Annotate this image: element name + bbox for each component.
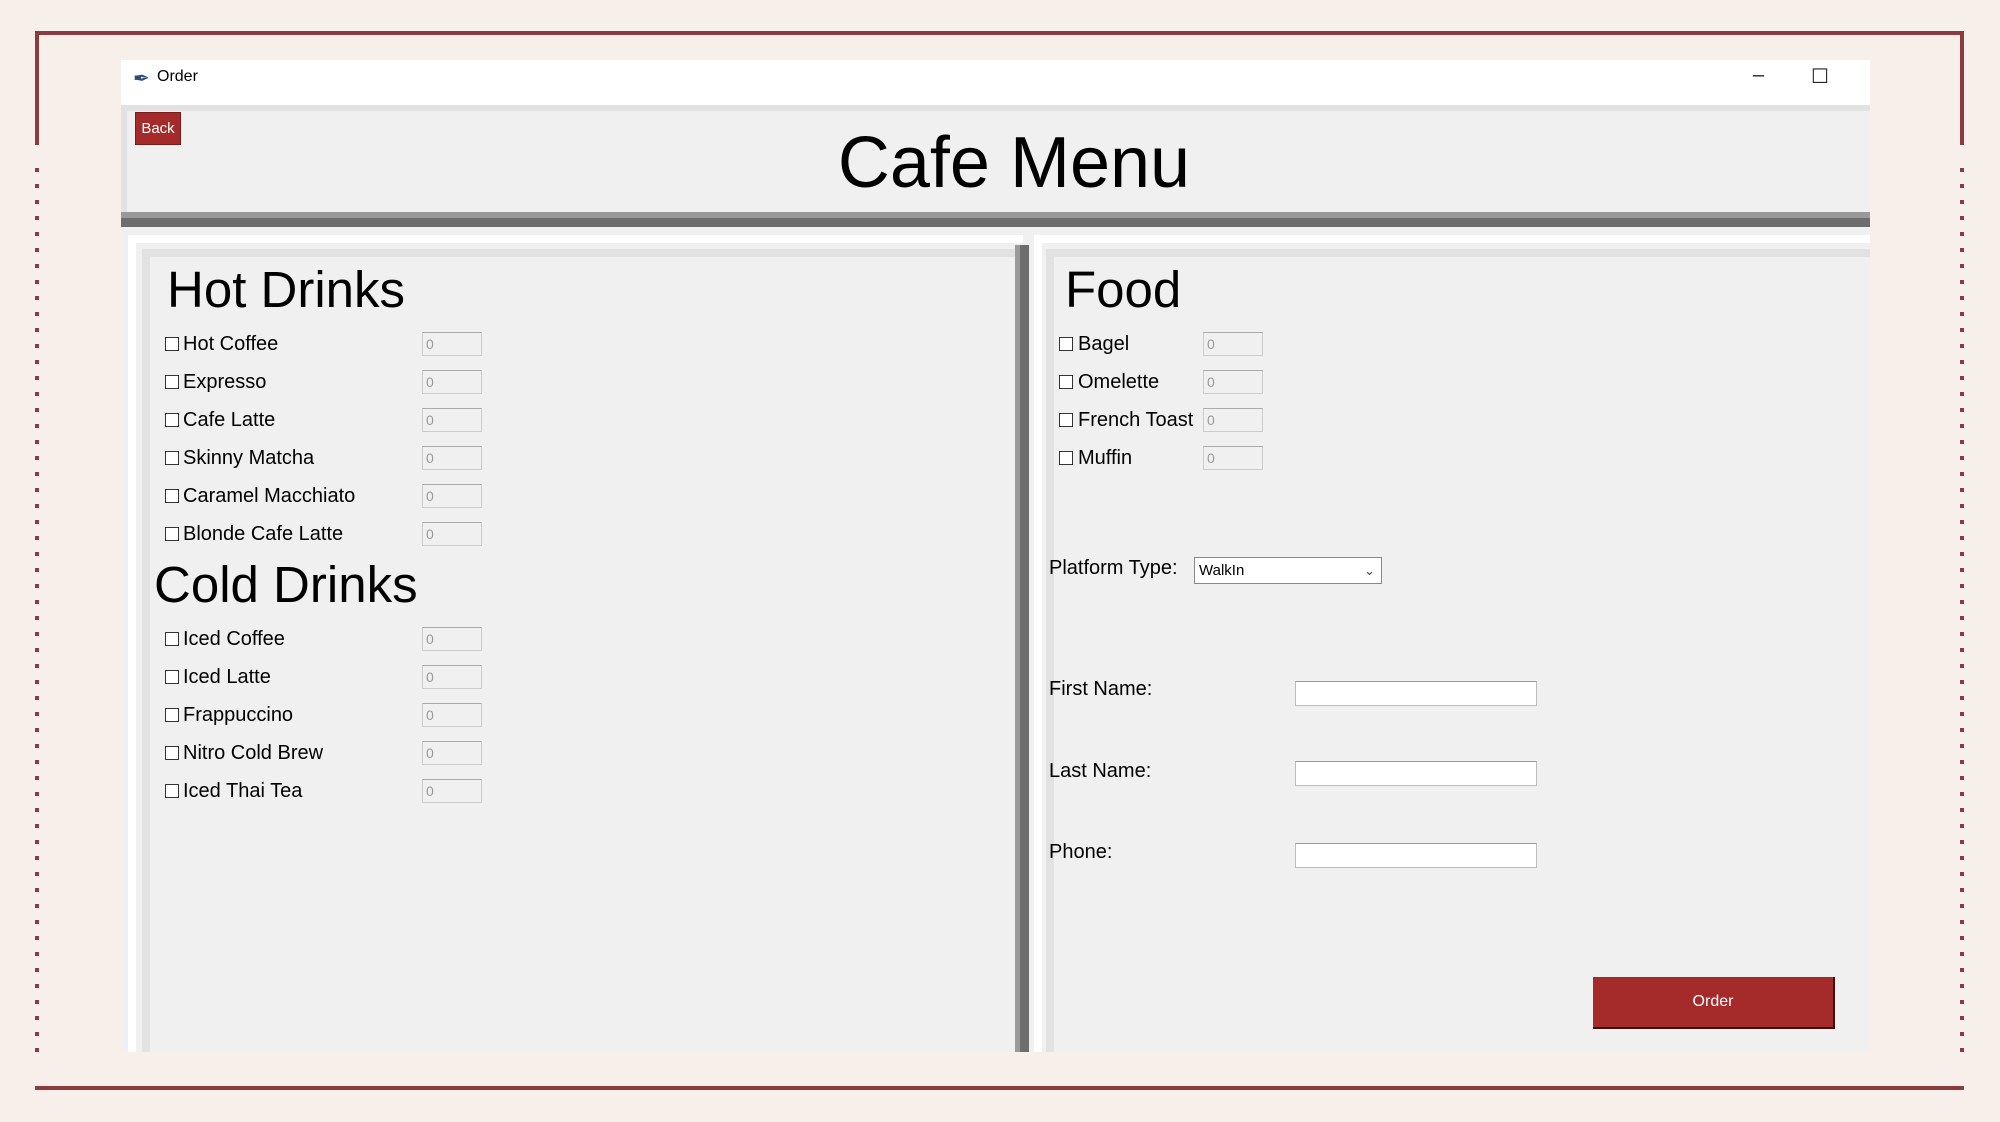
item-label: Expresso [183, 371, 267, 393]
item-quantity-input[interactable]: 0 [422, 779, 482, 803]
item-quantity-input[interactable]: 0 [1203, 370, 1263, 394]
item-checkbox[interactable] [165, 489, 179, 503]
platform-type-select[interactable]: WalkIn ⌄ [1194, 557, 1382, 584]
minimize-icon[interactable]: – [1753, 64, 1764, 87]
item-label: Omelette [1078, 371, 1160, 393]
first-name-input[interactable] [1295, 681, 1537, 706]
item-checkbox[interactable] [165, 337, 179, 351]
first-name-label: First Name: [1049, 678, 1153, 700]
item-label: Bagel [1078, 333, 1130, 355]
item-label: Muffin [1078, 447, 1133, 469]
item-quantity-input[interactable]: 0 [1203, 332, 1263, 356]
item-checkbox[interactable] [1059, 337, 1073, 351]
order-window: ✒ Order – ☐ Back Cafe Menu Hot Drinks Ho… [121, 60, 1870, 1052]
item-label: Hot Coffee [183, 333, 279, 355]
item-checkbox[interactable] [165, 784, 179, 798]
panel-divider [1015, 245, 1029, 1052]
frame-left-line [35, 31, 39, 145]
item-quantity-input[interactable]: 0 [1203, 446, 1263, 470]
chevron-down-icon[interactable]: ⌄ [1364, 558, 1375, 583]
frame-top-line [35, 31, 1964, 35]
platform-type-label: Platform Type: [1049, 557, 1178, 579]
item-checkbox[interactable] [165, 451, 179, 465]
item-quantity-input[interactable]: 0 [422, 665, 482, 689]
item-checkbox[interactable] [1059, 413, 1073, 427]
item-checkbox[interactable] [1059, 451, 1073, 465]
cold-drinks-heading: Cold Drinks [154, 556, 418, 613]
item-quantity-input[interactable]: 0 [422, 332, 482, 356]
item-label: Nitro Cold Brew [183, 742, 324, 764]
item-checkbox[interactable] [1059, 375, 1073, 389]
page-title: Cafe Menu [837, 123, 1191, 203]
phone-label: Phone: [1049, 841, 1113, 863]
platform-type-value: WalkIn [1199, 562, 1245, 579]
item-checkbox[interactable] [165, 413, 179, 427]
item-label: French Toast [1078, 409, 1194, 431]
item-quantity-input[interactable]: 0 [422, 703, 482, 727]
feather-icon: ✒ [133, 68, 150, 90]
frame-left-dots [35, 168, 39, 1058]
item-checkbox[interactable] [165, 527, 179, 541]
food-heading: Food [1065, 261, 1182, 318]
item-label: Skinny Matcha [183, 447, 315, 469]
title-bar: ✒ Order – ☐ [121, 60, 1870, 105]
last-name-label: Last Name: [1049, 760, 1152, 782]
item-checkbox[interactable] [165, 670, 179, 684]
item-quantity-input[interactable]: 0 [422, 370, 482, 394]
phone-input[interactable] [1295, 843, 1537, 868]
item-quantity-input[interactable]: 0 [422, 741, 482, 765]
header-separator [121, 212, 1870, 227]
item-quantity-input[interactable]: 0 [1203, 408, 1263, 432]
item-checkbox[interactable] [165, 746, 179, 760]
item-label: Iced Thai Tea [183, 780, 303, 802]
item-label: Blonde Cafe Latte [183, 523, 344, 545]
item-label: Cafe Latte [183, 409, 276, 431]
hot-drinks-heading: Hot Drinks [167, 261, 406, 318]
item-checkbox[interactable] [165, 708, 179, 722]
last-name-input[interactable] [1295, 761, 1537, 786]
item-label: Iced Latte [183, 666, 271, 688]
item-quantity-input[interactable]: 0 [422, 522, 482, 546]
item-label: Caramel Macchiato [183, 485, 356, 507]
item-quantity-input[interactable]: 0 [422, 408, 482, 432]
item-checkbox[interactable] [165, 375, 179, 389]
item-label: Frappuccino [183, 704, 294, 726]
window-title: Order [157, 68, 198, 85]
frame-bottom-line [35, 1086, 1964, 1090]
maximize-icon[interactable]: ☐ [1811, 64, 1829, 89]
item-checkbox[interactable] [165, 632, 179, 646]
item-quantity-input[interactable]: 0 [422, 627, 482, 651]
frame-right-line [1960, 31, 1964, 145]
order-button[interactable]: Order [1593, 977, 1835, 1029]
frame-right-dots [1960, 168, 1964, 1058]
item-label: Iced Coffee [183, 628, 285, 650]
item-quantity-input[interactable]: 0 [422, 484, 482, 508]
item-quantity-input[interactable]: 0 [422, 446, 482, 470]
food-panel [1046, 249, 1870, 1052]
